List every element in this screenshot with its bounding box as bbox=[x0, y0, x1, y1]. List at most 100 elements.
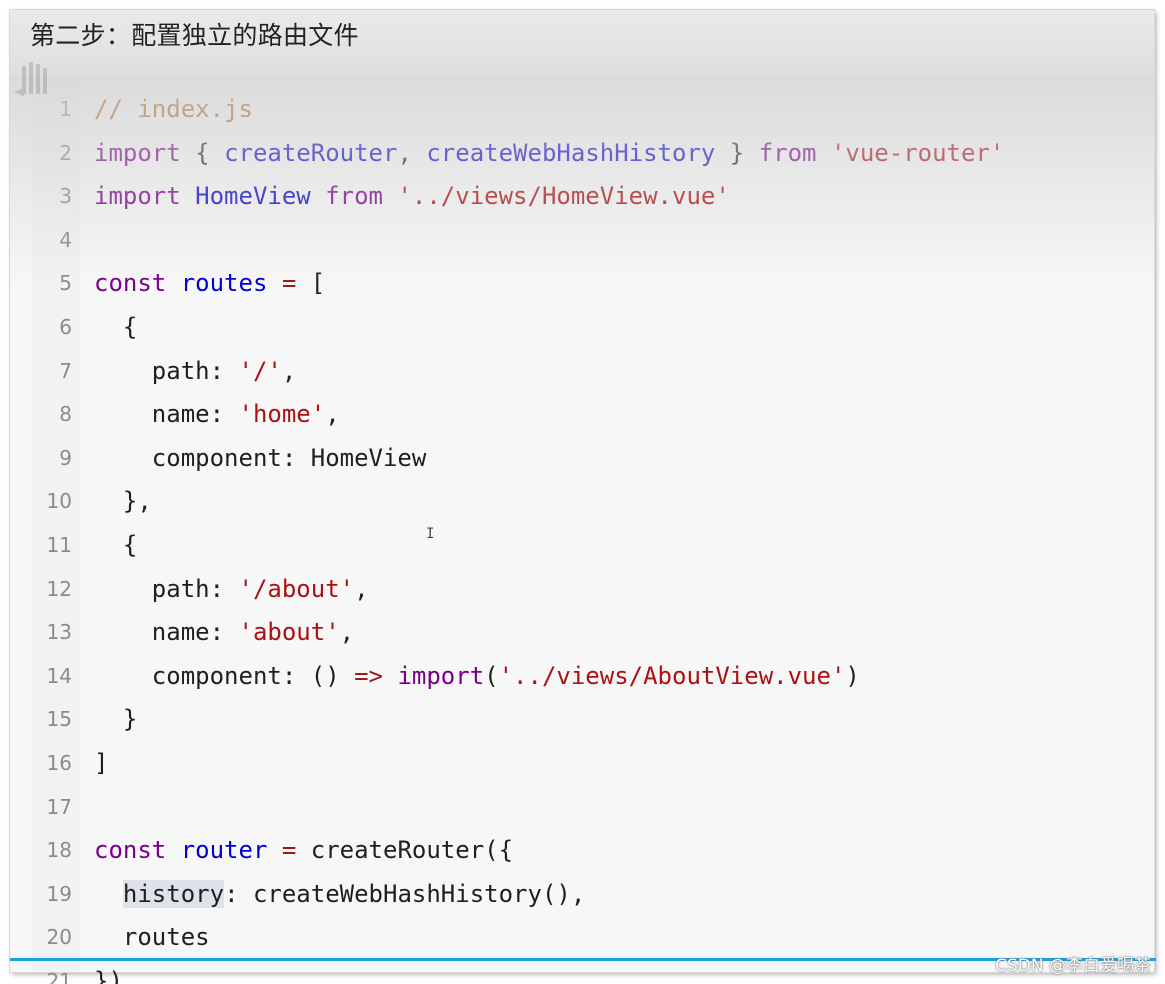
code-token: createRouter bbox=[224, 138, 398, 167]
code-line[interactable]: 12 path: '/about', bbox=[32, 568, 1154, 612]
code-token: import bbox=[94, 138, 181, 167]
line-number: 20 bbox=[46, 925, 72, 950]
line-number: 6 bbox=[59, 314, 72, 339]
code-text: name: 'home', bbox=[94, 393, 340, 437]
code-token: createRouter({ bbox=[296, 836, 514, 865]
code-line[interactable]: 3 import HomeView from '../views/HomeView… bbox=[32, 175, 1154, 219]
code-token: = bbox=[281, 836, 297, 865]
code-text: { bbox=[94, 524, 137, 568]
heading-bar: 第二步：配置独立的路由文件 bbox=[10, 10, 1154, 79]
code-token: { bbox=[94, 312, 138, 341]
line-number: 7 bbox=[59, 358, 72, 383]
code-line[interactable]: 8 name: 'home', bbox=[32, 393, 1154, 437]
code-line[interactable]: 1// index.js bbox=[32, 88, 1154, 132]
line-number: 9 bbox=[59, 445, 72, 470]
code-line[interactable]: 14 component: () => import('../views/Abo… bbox=[32, 655, 1154, 699]
line-number: 18 bbox=[46, 838, 72, 863]
code-token: = bbox=[281, 269, 297, 298]
code-token: '../views/AboutView.vue' bbox=[498, 661, 846, 690]
code-text: } bbox=[94, 698, 137, 742]
code-token: name: bbox=[94, 618, 239, 647]
code-line[interactable]: 20 routes bbox=[32, 916, 1154, 960]
code-token: import bbox=[397, 661, 485, 690]
code-text: path: '/about', bbox=[94, 568, 369, 612]
code-text: import { createRouter, createWebHashHist… bbox=[94, 132, 1004, 176]
code-text: import HomeView from '../views/HomeView.… bbox=[94, 175, 730, 219]
code-block[interactable]: 1// index.js 2 import { createRouter, crea… bbox=[32, 88, 1154, 984]
code-line[interactable]: 11 { bbox=[32, 524, 1154, 568]
code-text: routes bbox=[94, 916, 210, 960]
code-text: const router = createRouter({ bbox=[94, 829, 513, 873]
line-number: 12 bbox=[46, 576, 72, 601]
code-token: } bbox=[94, 705, 138, 734]
code-token: => bbox=[354, 661, 383, 690]
code-token: from bbox=[758, 138, 817, 167]
csdn-watermark: CSDN @李白爱喝茶 bbox=[995, 956, 1151, 976]
selected-token: history bbox=[122, 879, 225, 908]
line-number: 10 bbox=[46, 489, 72, 514]
code-line[interactable]: 17 bbox=[32, 786, 1154, 830]
code-text: component: () => import('../views/AboutV… bbox=[94, 655, 860, 699]
code-text: name: 'about', bbox=[94, 611, 354, 655]
code-token: createWebHashHistory bbox=[426, 138, 716, 167]
code-line[interactable]: 19 history: createWebHashHistory(), bbox=[32, 873, 1154, 917]
code-text: }) bbox=[94, 960, 123, 984]
code-token: ) bbox=[845, 661, 860, 690]
code-text: component: HomeView bbox=[94, 437, 427, 481]
code-line[interactable]: 13 name: 'about', bbox=[32, 611, 1154, 655]
code-token: [ bbox=[296, 269, 326, 298]
code-token: // index.js bbox=[94, 95, 253, 123]
code-line[interactable]: 21}) bbox=[32, 960, 1154, 984]
code-token: component: () bbox=[94, 661, 355, 690]
code-token: { bbox=[180, 138, 225, 167]
line-number: 19 bbox=[46, 881, 72, 906]
line-number: 8 bbox=[59, 402, 72, 427]
code-line[interactable]: 2 import { createRouter, createWebHashHis… bbox=[32, 132, 1154, 176]
code-line[interactable]: 6 { bbox=[32, 306, 1154, 350]
line-number: 13 bbox=[46, 620, 72, 645]
code-text: }, bbox=[94, 480, 152, 524]
code-text: { bbox=[94, 306, 137, 350]
code-token: '../views/HomeView.vue' bbox=[397, 182, 730, 211]
code-token: component: HomeView bbox=[94, 443, 427, 472]
code-text: // index.js bbox=[94, 88, 253, 132]
code-line[interactable]: 4 bbox=[32, 219, 1154, 263]
code-token: , bbox=[354, 574, 369, 603]
code-token: 'about' bbox=[238, 618, 340, 647]
code-line[interactable]: 15 } bbox=[32, 698, 1154, 742]
screenshot: 第二步：配置独立的路由文件 1// index.js 2 import { crea… bbox=[0, 0, 1165, 984]
line-number: 17 bbox=[46, 794, 72, 819]
bottom-accent-line bbox=[10, 958, 1156, 961]
code-token: ( bbox=[484, 661, 499, 690]
code-line[interactable]: 5 const routes = [ bbox=[32, 262, 1154, 306]
code-line[interactable]: 18 const router = createRouter({ bbox=[32, 829, 1154, 873]
code-token: from bbox=[325, 182, 383, 211]
code-token: }) bbox=[94, 966, 123, 984]
code-text: const routes = [ bbox=[94, 262, 325, 306]
code-token: '/' bbox=[238, 356, 282, 385]
code-token: } bbox=[715, 138, 759, 167]
line-number: 11 bbox=[46, 532, 72, 557]
code-line[interactable]: 7 path: '/', bbox=[32, 350, 1154, 394]
code-token: { bbox=[94, 530, 138, 559]
code-token: }, bbox=[94, 487, 152, 516]
code-token: '/about' bbox=[238, 574, 355, 603]
line-number: 15 bbox=[46, 707, 72, 732]
line-number: 4 bbox=[59, 227, 72, 252]
code-text: path: '/', bbox=[94, 350, 297, 394]
code-line[interactable]: 10 }, bbox=[32, 480, 1154, 524]
code-token: HomeView bbox=[195, 182, 311, 211]
line-number: 14 bbox=[46, 663, 72, 688]
code-token: routes bbox=[180, 269, 268, 298]
code-line[interactable]: 16] bbox=[32, 742, 1154, 786]
code-line[interactable]: 9 component: HomeView bbox=[32, 437, 1154, 481]
code-token: 'home' bbox=[238, 400, 326, 429]
code-text: ] bbox=[94, 742, 108, 786]
